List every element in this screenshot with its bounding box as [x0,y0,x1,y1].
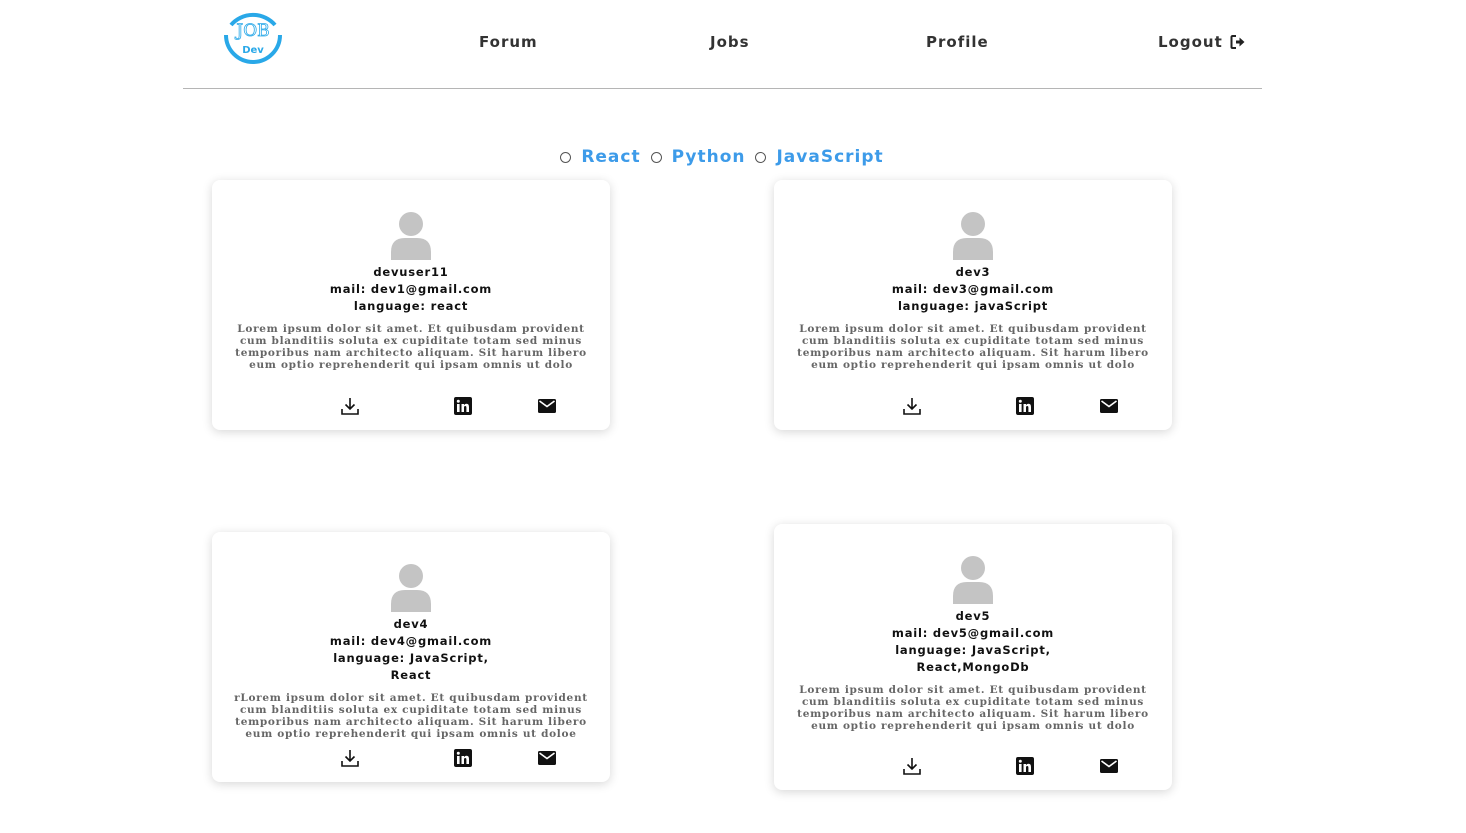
radio-python[interactable] [650,151,662,163]
developer-name: dev5 [955,609,991,623]
filter-option-javascript[interactable]: JavaScript [755,147,883,167]
developer-mail: mail: dev4@gmail.com [329,634,493,648]
developer-mail: mail: dev1@gmail.com [329,282,493,296]
user-avatar-icon [391,564,431,612]
developer-card: dev4 mail: dev4@gmail.com language: Java… [212,532,610,782]
developer-name: devuser11 [373,265,449,279]
download-icon[interactable] [902,396,922,416]
sign-out-icon [1230,34,1246,50]
download-icon[interactable] [902,756,922,776]
nav-jobs[interactable]: Jobs [710,33,750,51]
developer-card: devuser11 mail: dev1@gmail.com language:… [212,180,610,430]
card-actions [212,396,610,416]
developer-language: language: JavaScript, React [333,651,489,682]
logo-icon: JOB Dev [224,12,282,64]
developer-language: language: react [353,299,469,313]
logo[interactable]: JOB Dev [221,3,285,67]
developer-name: dev3 [955,265,991,279]
linkedin-icon[interactable] [453,748,473,768]
linkedin-icon[interactable] [1015,396,1035,416]
card-actions [774,756,1172,776]
developer-card: dev3 mail: dev3@gmail.com language: java… [774,180,1172,430]
logo-bottom-text: Dev [242,45,264,56]
card-actions [774,396,1172,416]
nav-jobs-label: Jobs [710,33,750,51]
developer-bio: Lorem ipsum dolor sit amet. Et quibusdam… [235,323,587,371]
developer-language: language: javaScript [897,299,1049,313]
developer-mail: mail: dev3@gmail.com [891,282,1055,296]
language-filter: React Python JavaScript [0,147,1460,167]
download-icon[interactable] [340,396,360,416]
header: JOB Dev Forum Jobs Profile Logout [183,0,1262,89]
linkedin-icon[interactable] [1015,756,1035,776]
logout-button[interactable]: Logout [1158,33,1246,51]
page: JOB Dev Forum Jobs Profile Logout React … [0,0,1466,833]
mail-icon[interactable] [1099,756,1119,776]
filter-option-python[interactable]: Python [650,147,746,167]
download-icon[interactable] [340,748,360,768]
filter-option-react[interactable]: React [560,147,640,167]
card-actions [212,748,610,768]
developer-language: language: JavaScript, React,MongoDb [895,643,1051,674]
developer-bio: Lorem ipsum dolor sit amet. Et quibusdam… [797,684,1149,732]
filter-label-python: Python [671,147,746,167]
developer-name: dev4 [393,617,429,631]
developer-bio: rLorem ipsum dolor sit amet. Et quibusda… [234,692,588,740]
user-avatar-icon [391,212,431,260]
developer-bio: Lorem ipsum dolor sit amet. Et quibusdam… [797,323,1149,371]
logo-top-text: JOB [234,21,269,41]
nav-forum-label: Forum [479,33,538,51]
linkedin-icon[interactable] [453,396,473,416]
mail-icon[interactable] [1099,396,1119,416]
mail-icon[interactable] [537,396,557,416]
nav-profile[interactable]: Profile [926,33,989,51]
nav-logout-label: Logout [1158,33,1223,51]
radio-react[interactable] [560,151,572,163]
user-avatar-icon [953,556,993,604]
filter-label-react: React [581,147,641,167]
mail-icon[interactable] [537,748,557,768]
radio-javascript[interactable] [755,151,767,163]
developer-card: dev5 mail: dev5@gmail.com language: Java… [774,524,1172,790]
filter-label-javascript: JavaScript [776,147,884,167]
developer-mail: mail: dev5@gmail.com [891,626,1055,640]
nav-forum[interactable]: Forum [479,33,538,51]
user-avatar-icon [953,212,993,260]
nav-profile-label: Profile [926,33,989,51]
